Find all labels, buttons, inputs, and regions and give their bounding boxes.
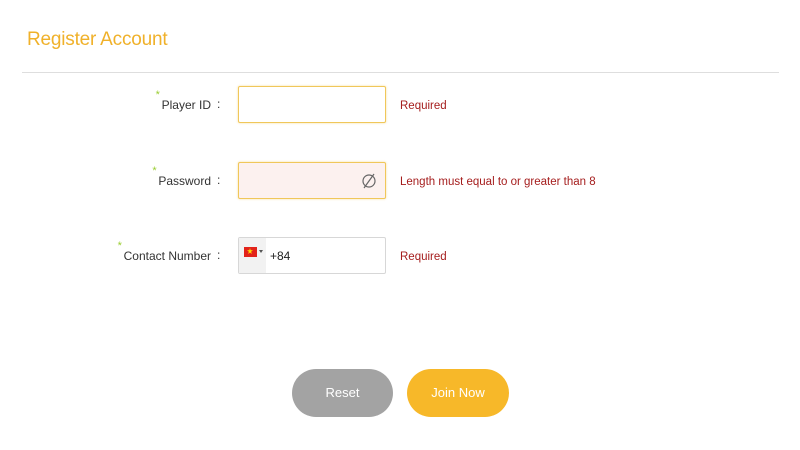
contact-number-error: Required — [400, 251, 447, 263]
register-account-page: Register Account * Player ID : Required … — [0, 0, 800, 450]
dial-code: +84 — [270, 249, 291, 263]
required-mark: * — [117, 240, 122, 252]
password-label-text: Password — [158, 174, 211, 188]
required-mark: * — [152, 165, 157, 177]
player-id-label: * Player ID — [156, 89, 211, 112]
label-colon: : — [217, 173, 221, 187]
password-row: * Password : Length must equal to or gre… — [0, 162, 800, 202]
contact-number-label: * Contact Number — [118, 240, 211, 263]
player-id-input[interactable] — [238, 86, 386, 123]
flag-star-icon — [247, 248, 253, 254]
label-colon: : — [217, 248, 221, 262]
contact-number-label-text: Contact Number — [123, 249, 211, 263]
player-id-error: Required — [400, 100, 447, 112]
eye-off-icon[interactable] — [360, 172, 378, 190]
contact-number-row: * Contact Number : +84 Required — [0, 237, 800, 277]
player-id-label-text: Player ID — [161, 98, 211, 112]
page-title: Register Account — [27, 29, 168, 50]
password-error: Length must equal to or greater than 8 — [400, 176, 596, 188]
vietnam-flag-icon — [244, 247, 257, 257]
required-mark: * — [155, 89, 160, 101]
country-code-dropdown[interactable] — [239, 238, 266, 273]
reset-button[interactable]: Reset — [292, 369, 393, 417]
contact-number-input[interactable]: +84 — [238, 237, 386, 274]
password-label: * Password — [152, 165, 211, 188]
label-colon: : — [217, 97, 221, 111]
join-now-button[interactable]: Join Now — [407, 369, 509, 417]
player-id-row: * Player ID : Required — [0, 86, 800, 126]
password-input[interactable] — [238, 162, 386, 199]
chevron-down-icon — [259, 250, 263, 253]
header-divider — [22, 72, 779, 73]
